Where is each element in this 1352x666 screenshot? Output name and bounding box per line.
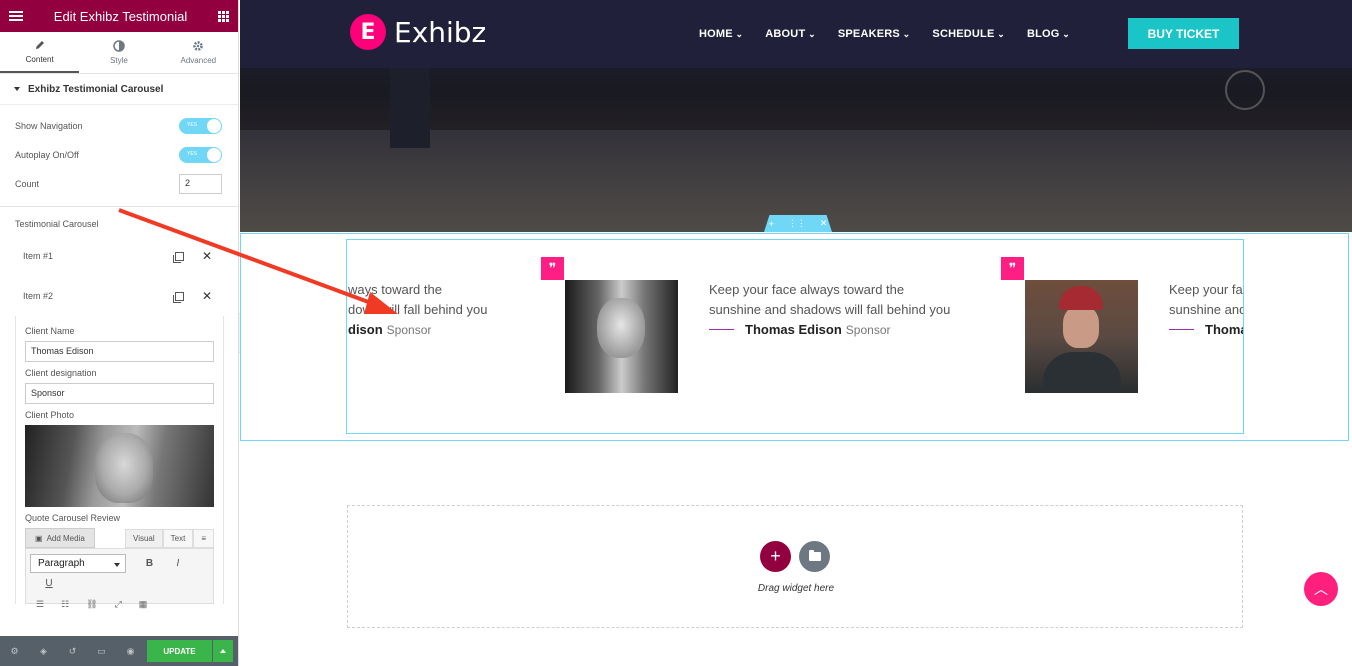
site-header: E Exhibz HOME ABOUT SPEAKERS SCHEDULE BL… [240, 0, 1352, 68]
chevron-up-icon: ︿ [1314, 581, 1328, 597]
client-photo [565, 280, 678, 393]
repeater-label: Testimonial Carousel [15, 219, 99, 229]
quote-label: Quote Carousel Review [25, 513, 121, 523]
add-widget-button[interactable]: + [760, 541, 791, 572]
toolbar-toggle-icon[interactable]: ▦ [139, 599, 148, 610]
quote-icon: ❞ [541, 257, 564, 280]
section-handle[interactable]: + ⋮⋮ ✕ [764, 215, 832, 232]
link-icon[interactable]: ⛓ [86, 599, 97, 610]
logo-text: Exhibz [394, 15, 487, 49]
drag-handle-icon[interactable]: ⋮⋮ [788, 218, 806, 229]
plus-icon: + [770, 546, 781, 566]
panel-footer: ⚙ ◈ ↺ ▭ ◉ UPDATE [0, 636, 238, 666]
menu-item-blog[interactable]: BLOG [1027, 28, 1070, 40]
editor-panel: Edit Exhibz Testimonial Content Style Ad… [0, 0, 239, 666]
site-logo[interactable]: E Exhibz [350, 14, 486, 50]
panel-header: Edit Exhibz Testimonial [0, 0, 238, 32]
menu-icon[interactable] [9, 11, 23, 21]
repeater-item-2-fields: Client Name Thomas Edison Client designa… [15, 316, 224, 609]
close-icon[interactable]: ✕ [202, 250, 212, 262]
client-name-label: Client Name [25, 326, 75, 336]
drop-zone[interactable]: + Drag widget here [347, 505, 1243, 628]
repeater-item-1[interactable]: Item #1 ✕ [0, 236, 238, 276]
repeater-item-2[interactable]: Item #2 ✕ [0, 276, 238, 316]
contrast-icon [113, 40, 125, 52]
delete-section-icon[interactable]: ✕ [820, 218, 828, 229]
media-icon: ▣ [35, 533, 43, 543]
autoplay-toggle[interactable]: YES [179, 146, 222, 163]
gear-icon [193, 41, 204, 51]
format-select[interactable]: Paragraph [30, 554, 126, 573]
back-to-top-button[interactable]: ︿ [1304, 572, 1338, 606]
show-navigation-control: Show Navigation YES [0, 111, 238, 140]
menu-item-speakers[interactable]: SPEAKERS [838, 28, 911, 40]
drop-zone-hint: Drag widget here [757, 583, 835, 594]
testimonial-carousel[interactable]: ways toward the dows will fall behind yo… [346, 239, 1244, 434]
autoplay-control: Autoplay On/Off YES [0, 140, 238, 169]
update-options-button[interactable] [213, 640, 233, 662]
buy-ticket-button[interactable]: BUY TICKET [1128, 18, 1239, 49]
database-icon[interactable]: ≡ [193, 528, 214, 548]
testimonial-review: ways toward the dows will fall behind yo… [348, 282, 488, 317]
editor-toolbar: Paragraph B I U ☰ ☷ ⛓ ⤢ ▦ [25, 548, 214, 609]
client-designation-input[interactable]: Sponsor [25, 383, 214, 404]
preview-eye-icon[interactable]: ◉ [116, 646, 145, 657]
folder-icon [808, 550, 821, 561]
client-photo-label: Client Photo [25, 410, 75, 420]
italic-icon[interactable]: I [173, 558, 183, 569]
duplicate-icon[interactable] [172, 251, 184, 263]
tab-advanced[interactable]: Advanced [159, 32, 238, 73]
quote-icon: ❞ [1001, 257, 1024, 280]
update-button[interactable]: UPDATE [147, 640, 212, 662]
panel-tabs: Content Style Advanced [0, 32, 238, 74]
panel-title: Edit Exhibz Testimonial [53, 8, 188, 24]
underline-icon[interactable]: U [44, 578, 54, 589]
add-section-icon[interactable]: + [769, 219, 774, 229]
tab-content[interactable]: Content [0, 32, 80, 73]
client-photo [1025, 280, 1138, 393]
menu-item-schedule[interactable]: SCHEDULE [932, 28, 1005, 40]
add-media-button[interactable]: ▣ Add Media [25, 528, 95, 548]
visual-tab[interactable]: Visual [125, 528, 163, 548]
pencil-icon [35, 41, 44, 49]
client-photo-preview[interactable] [25, 425, 214, 507]
caret-down-icon [14, 87, 20, 91]
bullet-list-icon[interactable]: ☰ [36, 599, 44, 610]
testimonial-author: dison Sponsor [348, 322, 432, 337]
main-menu: HOME ABOUT SPEAKERS SCHEDULE BLOG [699, 28, 1070, 40]
bold-icon[interactable]: B [144, 558, 154, 569]
page-preview: E Exhibz HOME ABOUT SPEAKERS SCHEDULE BL… [240, 0, 1352, 666]
client-designation-label: Client designation [25, 368, 97, 378]
responsive-icon[interactable]: ▭ [87, 646, 116, 657]
testimonial-author: Thomas Edison Sponsor [709, 322, 891, 337]
menu-item-home[interactable]: HOME [699, 28, 743, 40]
template-library-button[interactable] [799, 541, 830, 572]
caret-up-icon [220, 649, 226, 653]
testimonial-review: Keep your fac sunshine and [1169, 282, 1244, 317]
testimonial-review: Keep your face always toward the sunshin… [709, 282, 951, 317]
widgets-grid-icon[interactable] [218, 10, 229, 22]
count-input[interactable]: 2 [179, 173, 222, 194]
navigator-icon[interactable]: ◈ [29, 646, 58, 657]
section-header[interactable]: Exhibz Testimonial Carousel [0, 74, 238, 105]
numbered-list-icon[interactable]: ☷ [61, 599, 69, 610]
menu-item-about[interactable]: ABOUT [765, 28, 816, 40]
show-navigation-toggle[interactable]: YES [179, 117, 222, 134]
settings-icon[interactable]: ⚙ [0, 646, 29, 657]
count-control: Count 2 [0, 169, 238, 198]
logo-badge: E [350, 14, 386, 50]
close-icon[interactable]: ✕ [202, 290, 212, 302]
testimonial-author: Thoma [1169, 322, 1243, 337]
tab-style[interactable]: Style [79, 32, 158, 73]
text-tab[interactable]: Text [162, 528, 194, 548]
duplicate-icon[interactable] [172, 291, 184, 303]
history-icon[interactable]: ↺ [58, 646, 87, 657]
fullscreen-icon[interactable]: ⤢ [115, 599, 122, 610]
client-name-input[interactable]: Thomas Edison [25, 341, 214, 362]
